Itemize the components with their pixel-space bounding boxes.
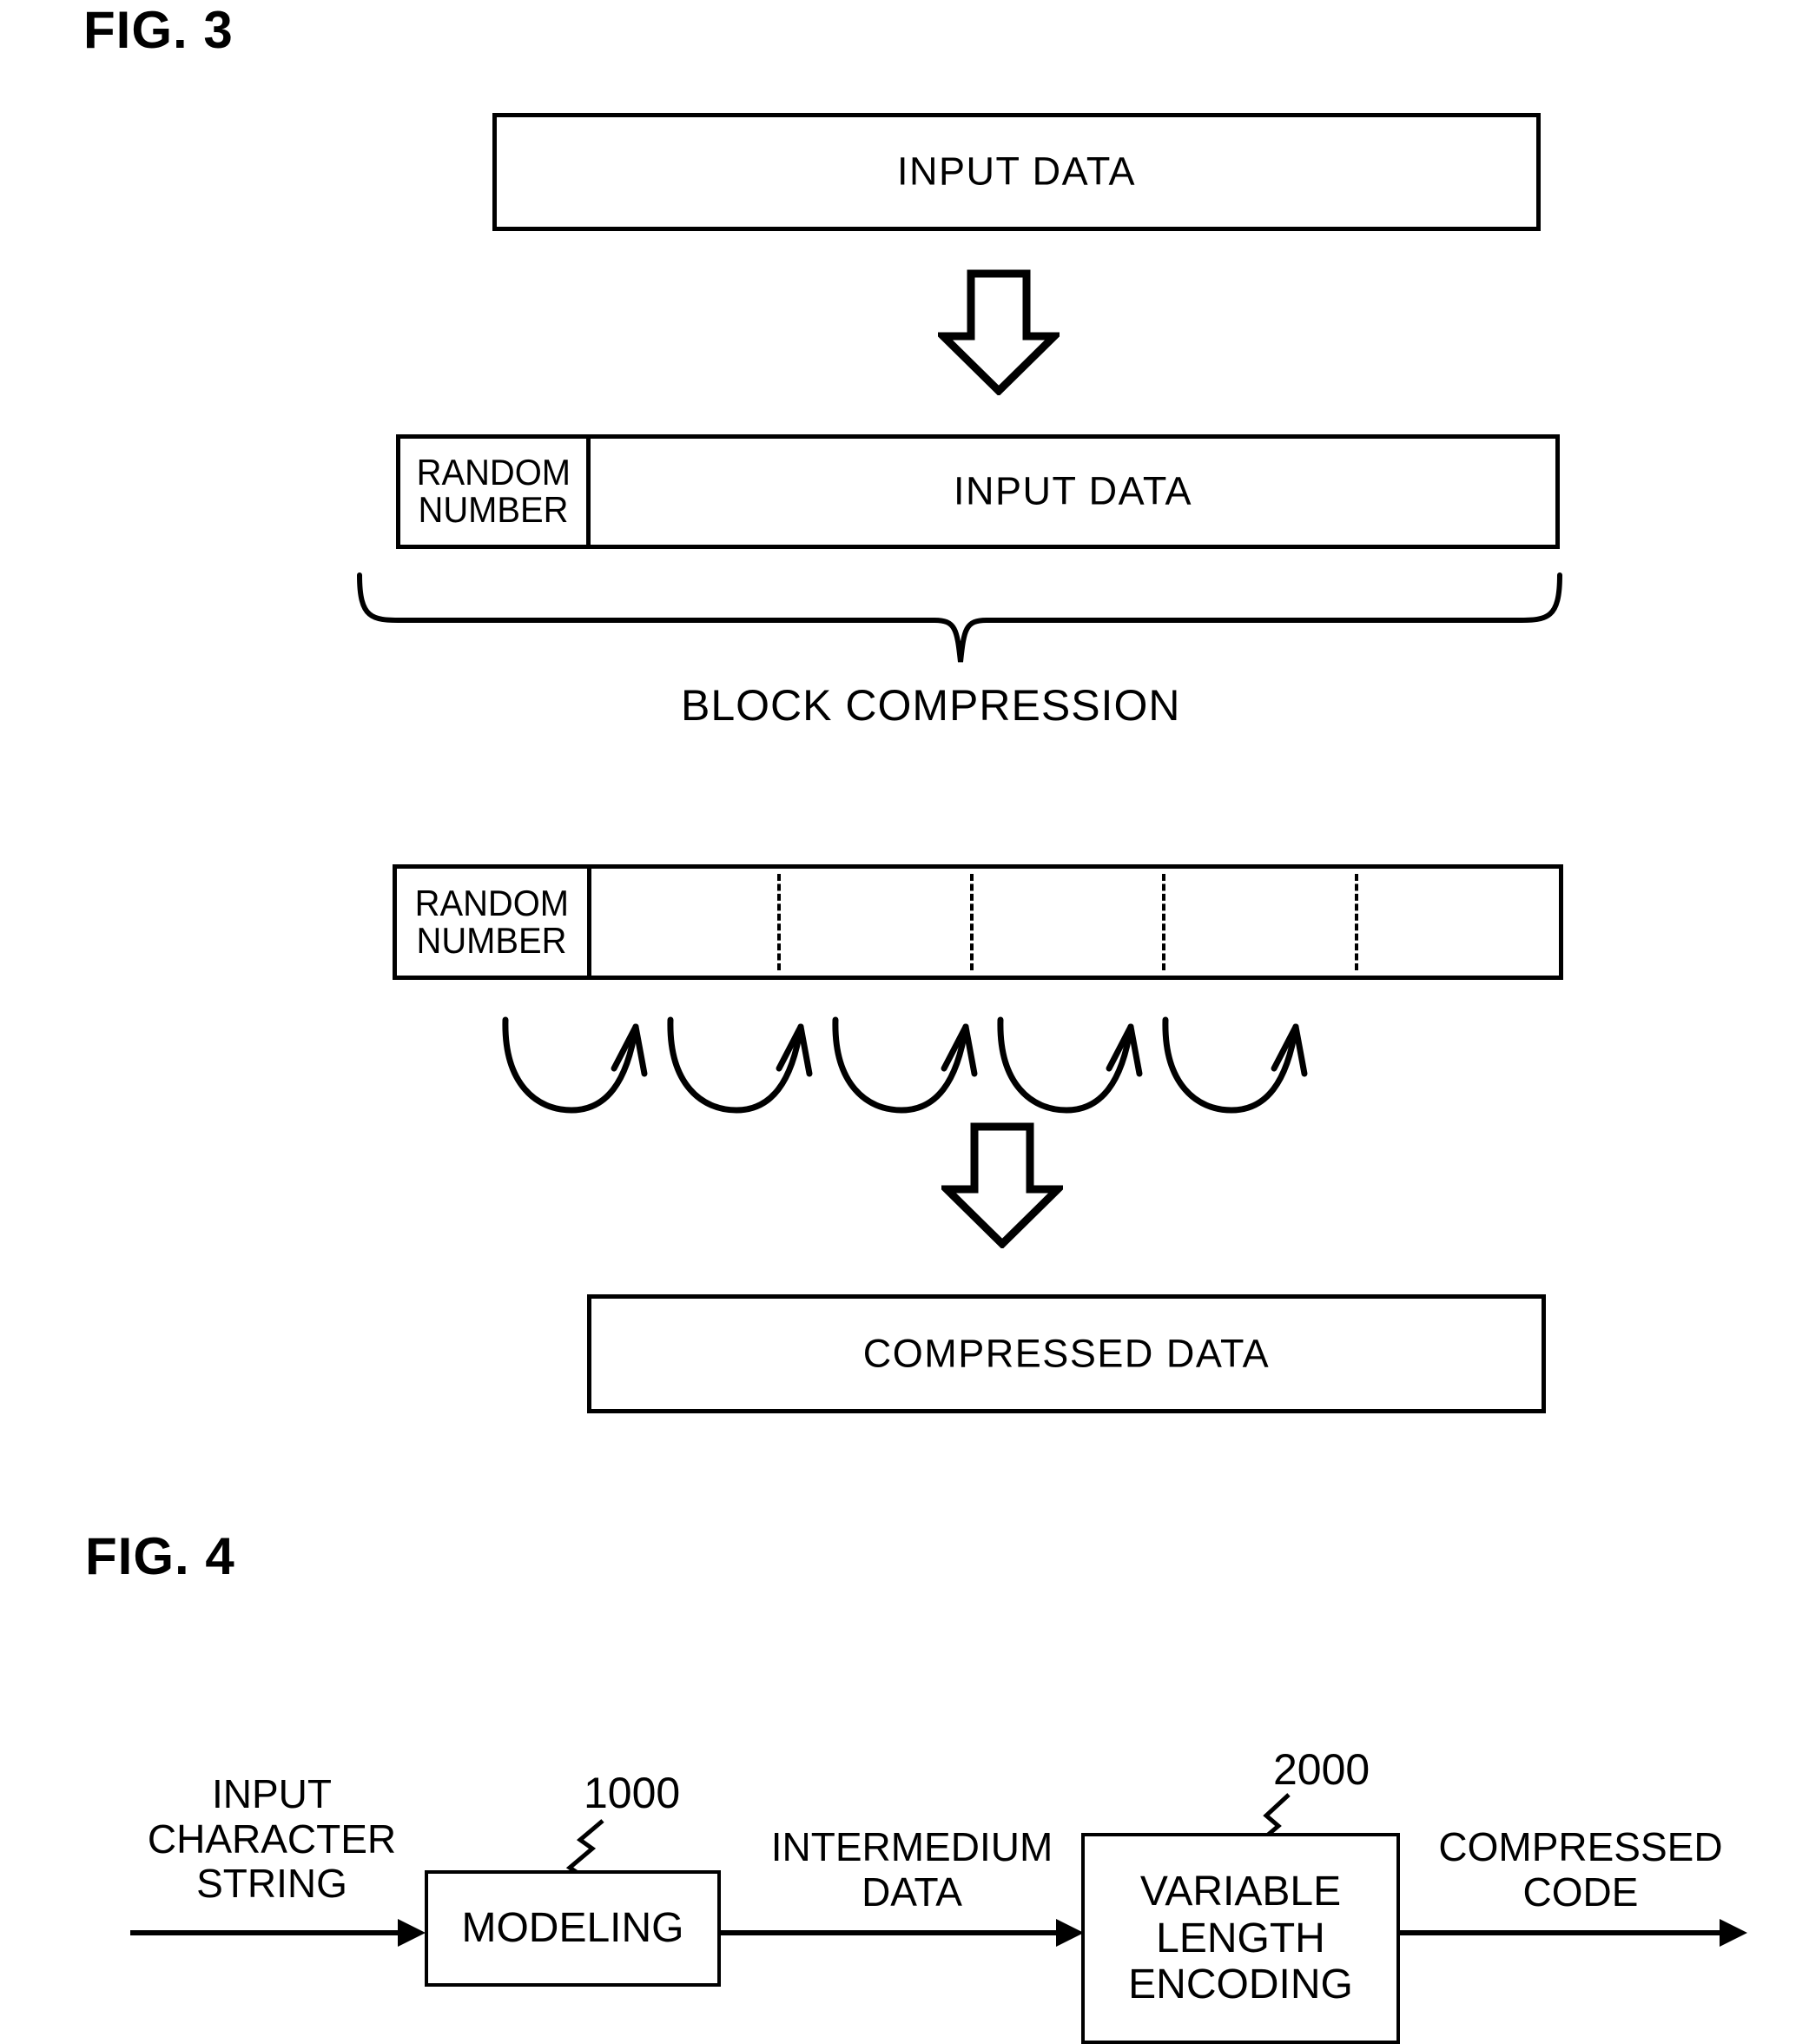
input-data-box-top: INPUT DATA [492,113,1541,231]
figure-3-label: FIG. 3 [83,1,234,59]
modeling-box: MODELING [425,1870,721,1987]
random-number-2-line-1: RANDOM [414,882,570,923]
random-number-input-data-block: RANDOM NUMBER INPUT DATA [396,434,1560,549]
input-character-string-line-1: INPUT [212,1771,332,1816]
random-number-2-line-2: NUMBER [417,919,567,961]
random-number-cell-2: RANDOM NUMBER [397,869,591,976]
figure-4-label: FIG. 4 [85,1527,235,1585]
compressed-data-box: COMPRESSED DATA [587,1294,1546,1413]
block-compression-label: BLOCK COMPRESSION [681,681,1181,730]
input-data-payload-label: INPUT DATA [953,468,1193,513]
segment-divider-3 [1162,874,1165,970]
block-compression-brace [357,572,1562,663]
random-number-cell: RANDOM NUMBER [400,439,591,545]
vle-reference-number: 2000 [1273,1745,1370,1794]
vle-box-line-1: VARIABLE [1139,1868,1342,1915]
compressed-code-label: COMPRESSED CODE [1407,1824,1754,1915]
compressed-data-label: COMPRESSED DATA [862,1331,1271,1376]
variable-length-encoding-box: VARIABLE LENGTH ENCODING [1081,1833,1400,2044]
modeling-box-label: MODELING [461,1905,684,1952]
hollow-down-arrow-1 [938,269,1060,395]
input-character-string-label: INPUT CHARACTER STRING [129,1771,415,1907]
compressed-code-line-1: COMPRESSED [1438,1824,1723,1869]
segment-divider-2 [970,874,974,970]
intermedium-data-line-1: INTERMEDIUM [770,1824,1053,1869]
input-data-box-top-label: INPUT DATA [896,149,1137,194]
segmented-block: RANDOM NUMBER [393,864,1563,980]
segment-divider-4 [1355,874,1358,970]
vle-box-label: VARIABLE LENGTH ENCODING [1128,1869,1353,2008]
compressed-code-line-2: CODE [1522,1869,1639,1915]
random-number-line-2: NUMBER [418,489,569,530]
intermedium-data-line-2: DATA [862,1869,962,1915]
compressed-code-arrow [1400,1919,1747,1947]
random-number-line-1: RANDOM [416,452,571,493]
vle-box-line-2: LENGTH [1156,1915,1325,1961]
intermedium-data-arrow [721,1919,1084,1947]
intermedium-data-label: INTERMEDIUM DATA [747,1824,1077,1915]
segment-divider-1 [777,874,781,970]
segment-link-arrows [502,1016,1308,1114]
vle-box-line-3: ENCODING [1128,1961,1353,2008]
input-arrow [130,1919,426,1947]
modeling-reference-number: 1000 [584,1769,681,1817]
modeling-leader-line [565,1819,604,1877]
input-character-string-line-2: CHARACTER [147,1816,397,1862]
hollow-down-arrow-2 [941,1122,1063,1248]
input-character-string-line-3: STRING [196,1861,347,1907]
